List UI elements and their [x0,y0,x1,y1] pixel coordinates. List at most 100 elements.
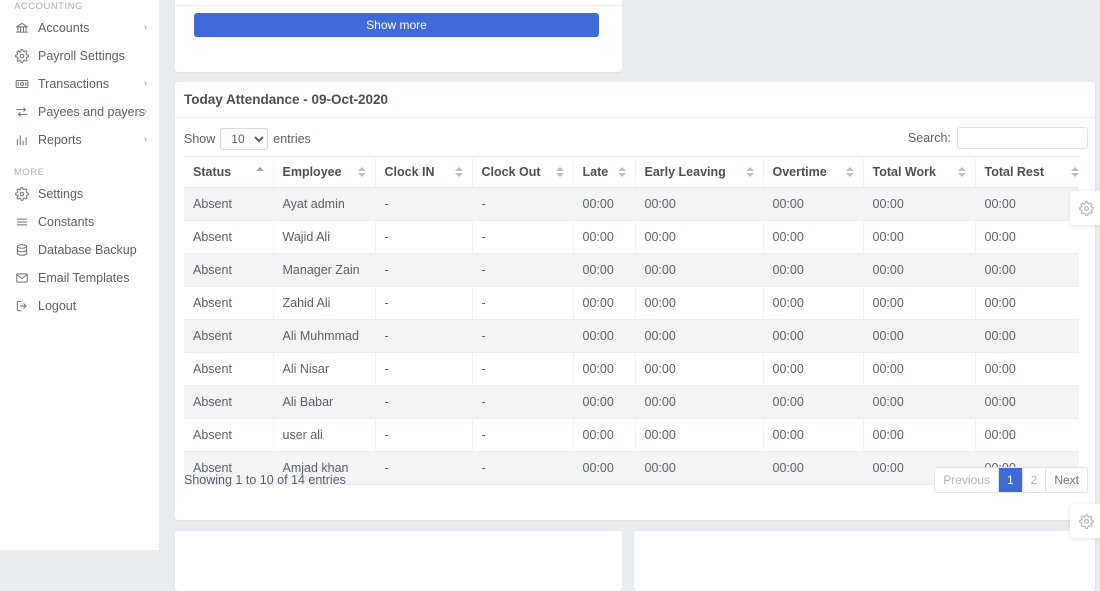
sidebar-item-logout[interactable]: Logout [0,292,159,320]
table-cell-employee: Wajid Ali [273,220,376,254]
sort-both-icon [745,166,754,178]
table-row[interactable]: Absent Ayat admin - -00:00 00:00 00:00 00:00 00… [184,187,1079,221]
column-header-early-leaving[interactable]: Early Leaving [635,156,764,188]
settings-gear-tab-bottom[interactable] [1070,504,1100,538]
sidebar-item-label: Email Templates [38,271,130,285]
pagination-page-2[interactable]: 2 [1022,468,1047,492]
table-cell-overtime: 00:00 [763,385,864,419]
sidebar-item-email-templates[interactable]: Email Templates [0,264,159,292]
table-row[interactable]: Absent user ali - -00:00 00:00 00:00 00:00 00:0… [184,418,1079,452]
column-header-total-work[interactable]: Total Work [863,156,976,188]
page-title: Today Attendance - 09-Oct-2020 [175,82,1095,118]
sidebar-item-label: Constants [38,215,95,229]
table-cell-total-work: 00:00 [863,286,976,320]
table-cell-status: Absent [184,352,274,386]
table-cell-overtime: 00:00 [763,187,864,221]
table-cell-clock-out: - [472,352,574,386]
sidebar-item-accounts[interactable]: Accounts › [0,14,159,42]
table-cell-employee: user ali [273,418,376,452]
chevron-right-icon: › [143,78,147,89]
search-input[interactable] [957,127,1088,149]
pagination-page-1[interactable]: 1 [998,468,1023,492]
column-header-clock-out[interactable]: Clock Out [472,156,574,188]
column-header-label: Total Work [872,165,936,179]
table-cell-late: 00:00 [573,220,636,254]
sidebar: ACCOUNTING Accounts › Payroll Settings Trans… [0,0,160,550]
sidebar-item-constants[interactable]: Constants [0,208,159,236]
sidebar-item-settings[interactable]: Settings [0,180,159,208]
sidebar-item-payees-and-payers[interactable]: Payees and payers › [0,98,159,126]
column-header-label: Clock Out [481,165,541,179]
sidebar-section-gap [0,154,159,166]
show-more-button[interactable]: Show more [194,13,599,37]
sort-both-icon [555,166,564,178]
sort-asc-icon [255,166,264,178]
column-header-label: Overtime [772,165,827,179]
bar-chart-icon [12,133,32,147]
sort-both-icon [845,166,854,178]
sort-both-icon [617,166,626,178]
top-partial-card: Show more [175,0,622,72]
column-header-label: Late [582,165,609,179]
sidebar-item-transactions[interactable]: Transactions › [0,70,159,98]
table-cell-total-rest: 00:00 [975,220,1079,254]
database-icon [12,243,32,257]
table-cell-employee: Manager Zain [273,253,376,287]
table-cell-total-rest: 00:00 [975,352,1079,386]
list-icon [12,215,32,229]
table-cell-overtime: 00:00 [763,319,864,353]
table-cell-total-work: 00:00 [863,319,976,353]
column-header-label: Status [193,165,232,179]
table-row[interactable]: Absent Ali Nisar - -00:00 00:00 00:00 00:00 00:… [184,352,1079,386]
table-row[interactable]: Absent Zahid Ali - -00:00 00:00 00:00 00:00 00:… [184,286,1079,320]
bottom-left-partial-card [175,531,622,591]
table-cell-late: 00:00 [573,319,636,353]
table-cell-status: Absent [184,418,274,452]
sidebar-item-database-backup[interactable]: Database Backup [0,236,159,264]
sidebar-item-label: Payees and payers [38,105,146,119]
exchange-icon [12,105,32,119]
table-toolbar: Show 102550100 entries Search: [175,118,1095,156]
table-cell-late: 00:00 [573,253,636,287]
table-cell-total-work: 00:00 [863,385,976,419]
pagination-previous[interactable]: Previous [935,468,999,492]
gear-icon [1078,513,1094,529]
table-cell-clock-in: - [375,352,473,386]
pagination: Previous 1 2 Next [934,467,1088,493]
column-header-total-rest[interactable]: Total Rest [975,156,1079,188]
settings-gear-tab-top[interactable] [1070,191,1100,225]
length-control: Show 102550100 entries [184,128,311,150]
sidebar-item-reports[interactable]: Reports › [0,126,159,154]
table-cell-early-leaving: 00:00 [635,418,764,452]
search-label: Search: [907,131,951,145]
table-cell-clock-out: - [472,220,574,254]
card-divider [175,5,622,6]
column-header-employee[interactable]: Employee [273,156,376,188]
logout-icon [12,299,32,313]
table-row[interactable]: Absent Ali Muhmmad - -00:00 00:00 00:00 00:00 0… [184,319,1079,353]
attendance-table-scroll: Status Employee Clock IN Clock Out Late Early… [184,156,1079,486]
table-cell-early-leaving: 00:00 [635,385,764,419]
column-header-overtime[interactable]: Overtime [763,156,864,188]
sort-both-icon [1071,166,1079,178]
table-cell-status: Absent [184,220,274,254]
table-cell-total-work: 00:00 [863,220,976,254]
sort-both-icon [454,166,463,178]
table-cell-late: 00:00 [573,418,636,452]
table-row[interactable]: Absent Manager Zain - -00:00 00:00 00:00 00:00… [184,253,1079,287]
table-cell-early-leaving: 00:00 [635,187,764,221]
table-cell-employee: Ayat admin [273,187,376,221]
table-cell-overtime: 00:00 [763,253,864,287]
chevron-right-icon: › [143,134,147,145]
pagination-next[interactable]: Next [1046,468,1087,492]
column-header-late[interactable]: Late [573,156,636,188]
entries-per-page-select[interactable]: 102550100 [220,128,269,150]
table-row[interactable]: Absent Wajid Ali - -00:00 00:00 00:00 00:00 00:… [184,220,1079,254]
table-cell-clock-out: - [472,187,574,221]
sidebar-item-payroll-settings[interactable]: Payroll Settings [0,42,159,70]
column-header-clock-in[interactable]: Clock IN [375,156,473,188]
table-cell-employee: Ali Babar [273,385,376,419]
table-cell-early-leaving: 00:00 [635,352,764,386]
column-header-status[interactable]: Status [184,156,274,188]
table-row[interactable]: Absent Ali Babar - -00:00 00:00 00:00 00:00 00:… [184,385,1079,419]
